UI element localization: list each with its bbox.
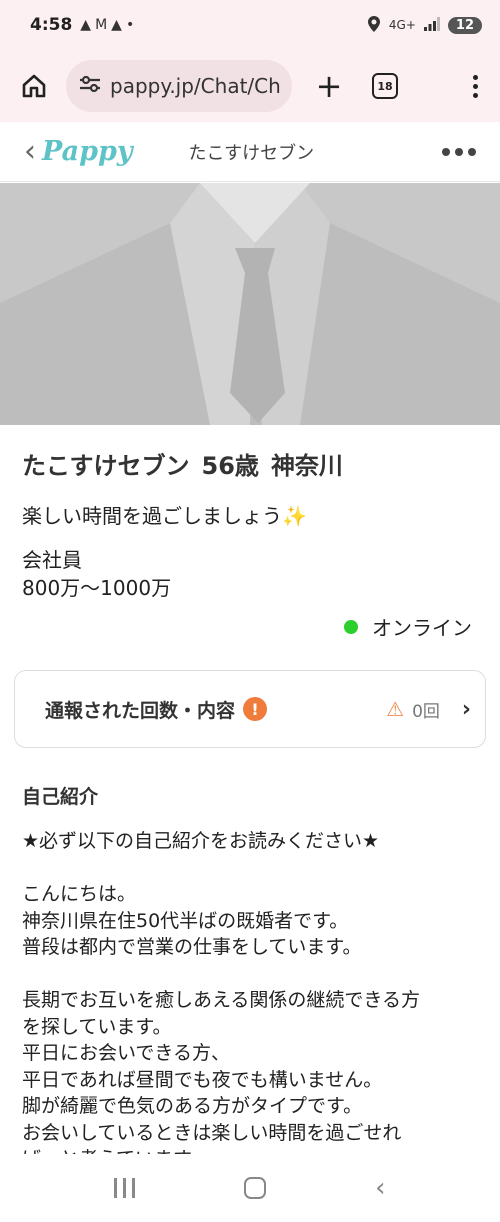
header-title: たこすけセブン (188, 142, 315, 164)
address-bar[interactable]: pappy.jp/Chat/Ch (66, 60, 292, 112)
intro-line: 平日にお会いできる方、 (22, 1042, 231, 1064)
report-count: 0回 (412, 701, 440, 722)
exclamation-icon: ! (243, 697, 268, 721)
more-notifications-icon: • (125, 17, 135, 33)
recents-button[interactable] (114, 1178, 136, 1198)
system-navigation-bar: ‹ (0, 1154, 500, 1222)
report-count-row[interactable]: 通報された回数・内容 ! ⚠ 0回 › (14, 670, 486, 748)
status-time: 4:58 (30, 15, 73, 35)
online-status-label: オンライン (372, 616, 472, 640)
network-label: 4G+ (388, 18, 416, 32)
url-text: pappy.jp/Chat/Ch (110, 74, 281, 98)
pappy-logo[interactable]: Pappy (42, 136, 133, 167)
notification-icons: ▲ M ▲ • (80, 17, 134, 33)
home-button[interactable] (244, 1177, 267, 1199)
profile-catchphrase: 楽しい時間を過ごしましょう✨ (22, 504, 307, 528)
status-right: 4G+ 12 (367, 15, 482, 35)
home-icon (22, 74, 46, 98)
intro-line: 長期でお互いを癒しあえる関係の継続できる方 (22, 989, 421, 1011)
online-dot-icon (344, 619, 358, 634)
profile-occupation: 会社員 (22, 548, 82, 572)
profile-headline: たこすけセブン 56歳 神奈川 (22, 446, 355, 481)
chevron-right-icon: › (461, 696, 471, 722)
alert-notification-icon-2: ▲ (111, 17, 122, 33)
intro-line (22, 855, 482, 882)
app-header: ‹ Pappy たこすけセブン (0, 122, 500, 182)
intro-line: 普段は都内で営業の仕事をしています。 (22, 936, 362, 958)
browser-home-button[interactable] (14, 66, 54, 106)
report-label: 通報された回数・内容 (45, 699, 236, 722)
intro-body: ★必ず以下の自己紹介をお読みください★ こんにちは。 神奈川県在住50代半ばの既… (22, 828, 482, 1154)
intro-line (22, 961, 482, 988)
signal-icon (423, 16, 440, 34)
location-icon (367, 15, 381, 35)
more-options-button[interactable] (442, 147, 476, 156)
gmail-notification-icon: M (95, 17, 108, 33)
profile-area: 神奈川 (270, 452, 343, 480)
intro-line: 平日であれば昼間でも夜でも構いません。 (22, 1068, 383, 1091)
intro-line: ★必ず以下の自己紹介をお読みください★ (22, 830, 380, 852)
intro-title: 自己紹介 (22, 786, 99, 808)
warning-triangle-icon: ⚠ (386, 697, 405, 721)
profile-photo-placeholder[interactable] (0, 183, 500, 425)
site-settings-icon[interactable] (78, 74, 104, 98)
status-bar: 4:58 ▲ M ▲ • 4G+ 12 (0, 0, 500, 50)
intro-line: 神奈川県在住50代半ばの既婚者です。 (22, 909, 349, 932)
intro-line: 脚が綺麗で色気のある方がタイプです。 (22, 1095, 363, 1117)
alert-notification-icon: ▲ (80, 17, 92, 33)
silhouette-icon (0, 183, 500, 425)
profile-income: 800万〜1000万 (22, 576, 172, 600)
new-tab-button[interactable]: + (314, 70, 344, 102)
profile-name: たこすけセブン (22, 452, 190, 480)
browser-menu-button[interactable] (473, 74, 478, 98)
battery-indicator: 12 (447, 16, 482, 34)
back-button[interactable]: ‹ (24, 134, 36, 169)
intro-line: こんにちは。 (22, 883, 137, 905)
online-status: オンライン (344, 612, 472, 641)
system-back-button[interactable]: ‹ (375, 1173, 385, 1203)
browser-toolbar: pappy.jp/Chat/Ch + 18 (0, 50, 500, 122)
profile-age: 56歳 (201, 452, 259, 480)
intro-line: を探しています。 (22, 1015, 172, 1038)
intro-line: ばーと考えています (22, 1146, 482, 1154)
intro-line: お会いしているときは楽しい時間を過ごせれ (22, 1121, 402, 1144)
tab-switcher-button[interactable]: 18 (372, 73, 398, 99)
